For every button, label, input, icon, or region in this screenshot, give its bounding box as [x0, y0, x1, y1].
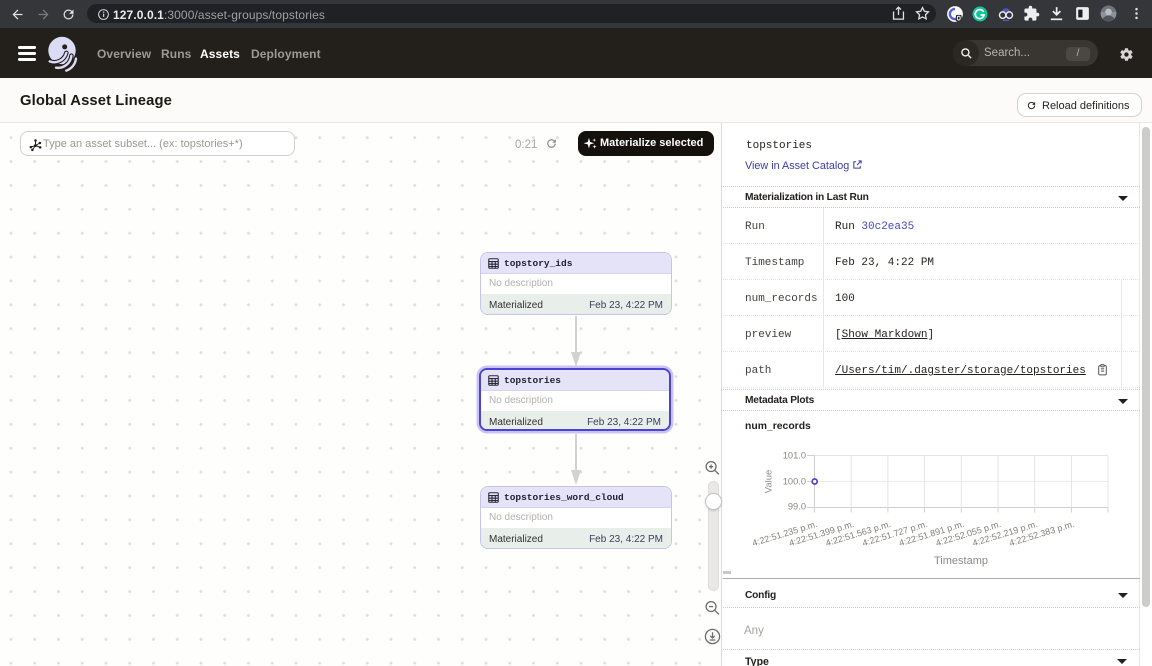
svg-text:Timestamp: Timestamp [934, 555, 988, 567]
svg-text:101.0: 101.0 [783, 451, 806, 461]
svg-text:Value: Value [764, 470, 775, 494]
svg-text:100.0: 100.0 [783, 477, 806, 487]
svg-text:99.0: 99.0 [788, 501, 806, 511]
